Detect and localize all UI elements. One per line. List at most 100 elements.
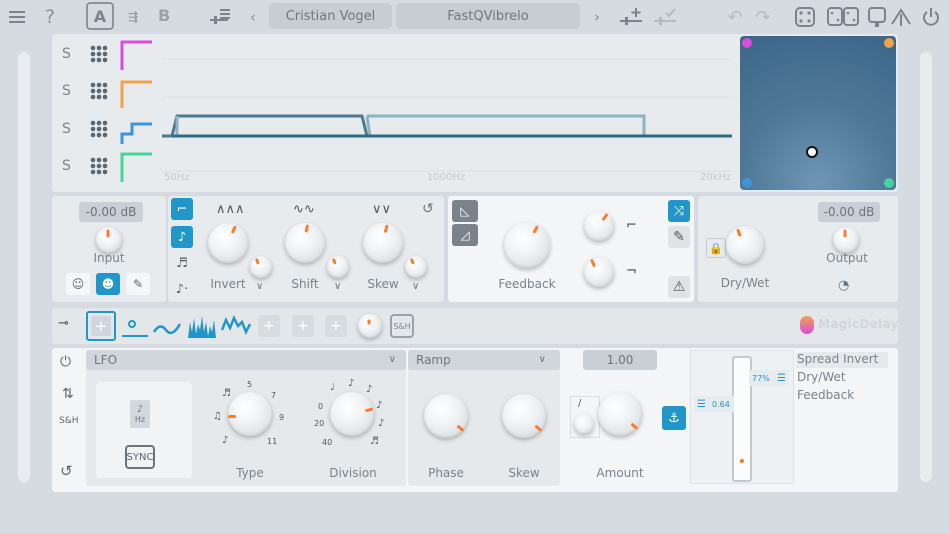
lfo-source-dropdown[interactable]: LFO ∨ (86, 350, 406, 370)
amount-mini-knob[interactable] (574, 414, 594, 434)
add-source-button-active[interactable]: + (86, 311, 116, 341)
mod-source-noise-icon[interactable] (186, 312, 218, 340)
invert-mod-knob[interactable] (250, 256, 272, 278)
macro-icon[interactable] (888, 4, 914, 30)
band-solo-button-4[interactable]: S (62, 158, 71, 174)
invert-knob[interactable] (208, 223, 248, 263)
lfo-updown-icon[interactable]: ⇅ (62, 386, 74, 402)
lfo-skew-knob[interactable] (502, 394, 546, 438)
note-dotted-button[interactable]: ♪· (171, 278, 193, 300)
lfo-shape-value: Ramp (416, 353, 451, 367)
lock-icon[interactable]: 🔒 (706, 238, 726, 258)
copy-a-to-b-icon[interactable]: ⇶ (120, 4, 146, 30)
filter-high-knob[interactable] (584, 211, 614, 241)
xy-pad[interactable] (740, 36, 896, 190)
slider-tag-b-value: 0.64 (712, 399, 730, 409)
output-knob[interactable] (833, 227, 859, 253)
meter-icon[interactable]: ◔ (838, 278, 849, 293)
mode-mask-icon-3[interactable]: ✎ (126, 273, 150, 295)
phase-knob[interactable] (424, 394, 468, 438)
band-solo-button-1[interactable]: S (62, 46, 71, 62)
target-item-drywet[interactable]: Dry/Wet (797, 370, 846, 384)
lfo-sh-label[interactable]: S&H (59, 416, 79, 426)
skew-knob[interactable] (363, 223, 403, 263)
shape-step-button[interactable]: ⌐ (171, 198, 193, 220)
preset-name-button[interactable]: FastQVibrelo (396, 3, 580, 29)
route-icon[interactable]: ⊸ (58, 316, 69, 331)
amount-knob[interactable] (598, 392, 642, 436)
xy-cursor[interactable] (806, 146, 818, 158)
invert-chevron-icon[interactable]: ∨ (256, 281, 263, 292)
add-source-button-4[interactable]: + (325, 315, 347, 337)
mod-source-random-icon[interactable] (220, 312, 252, 340)
add-source-button-2[interactable]: + (258, 315, 280, 337)
amount-value[interactable]: 1.00 (583, 350, 657, 370)
anchor-button[interactable]: ⚓ (662, 406, 686, 430)
preset-author-button[interactable]: Cristian Vogel (269, 3, 392, 29)
slot-b-button[interactable]: B (158, 6, 170, 25)
shuffle-button[interactable]: ⤨ (668, 200, 690, 222)
next-preset-icon[interactable]: › (584, 4, 610, 30)
lfo-shape-dropdown[interactable]: Ramp ∨ (408, 350, 560, 370)
undo-icon[interactable]: ↶ (722, 4, 748, 30)
randomize-dice-icon[interactable] (792, 4, 818, 30)
slot-a-button[interactable]: A (86, 2, 114, 30)
band-solo-button-3[interactable]: S (62, 121, 71, 137)
output-gain-value[interactable]: -0.00 dB (818, 202, 880, 222)
hz-button[interactable]: ♪ Hz (130, 400, 150, 428)
redo-icon[interactable]: ↷ (750, 4, 776, 30)
input-gain-value[interactable]: -0.00 dB (79, 202, 143, 222)
dice-tools-icon[interactable] (864, 4, 890, 30)
sync-button[interactable]: SYNC (125, 445, 155, 469)
band-grid-icon-2[interactable] (90, 82, 108, 100)
help-icon[interactable]: ? (37, 4, 63, 30)
add-source-button-3[interactable]: + (292, 315, 314, 337)
filter-low-knob[interactable] (584, 257, 614, 287)
preset-list-icon[interactable] (206, 4, 232, 30)
filter-highcut-button[interactable]: ◺ (452, 200, 478, 222)
prev-preset-icon[interactable]: ‹ (240, 4, 266, 30)
amount-label: Amount (596, 466, 644, 480)
mod-source-wave-icon[interactable] (152, 314, 182, 340)
power-icon[interactable] (918, 4, 944, 30)
division-knob[interactable] (330, 392, 374, 436)
shift-knob[interactable] (285, 223, 325, 263)
band-grid-icon-1[interactable] (90, 45, 108, 63)
mod-source-lfo-icon[interactable] (120, 314, 150, 340)
drywet-knob[interactable] (726, 226, 764, 264)
note-triplet-button[interactable]: ♬ (171, 252, 193, 274)
note-single-button[interactable]: ♪ (171, 226, 193, 248)
reset-icon[interactable]: ↺ (422, 201, 434, 217)
xy-corner-dot-4 (884, 178, 894, 188)
warning-icon[interactable]: ⚠ (668, 276, 690, 298)
filter-lowcut-button[interactable]: ◿ (452, 224, 478, 246)
skew-mod-knob[interactable] (405, 256, 427, 278)
band-solo-button-2[interactable]: S (62, 83, 71, 99)
brush-icon[interactable]: ✎ (668, 226, 690, 248)
shift-chevron-icon[interactable]: ∨ (334, 281, 341, 292)
target-item-spread-invert[interactable]: Spread Invert (796, 352, 888, 368)
add-preset-icon[interactable] (618, 4, 644, 30)
menu-icon[interactable] (4, 4, 30, 30)
mod-depth-knob[interactable] (358, 314, 382, 338)
feedback-label: Feedback (498, 277, 556, 291)
input-knob[interactable] (96, 227, 122, 253)
band-grid-icon-4[interactable] (90, 157, 108, 175)
mode-mask-icon-1[interactable]: ☺ (66, 273, 90, 295)
randomize-all-dice-icon[interactable] (826, 4, 860, 30)
skew-chevron-icon[interactable]: ∨ (412, 281, 419, 292)
band-shape-icons[interactable] (118, 38, 158, 188)
division-scale-20: 20 (314, 419, 325, 428)
sample-hold-button[interactable]: S&H (390, 314, 414, 338)
feedback-knob[interactable] (504, 222, 550, 268)
shift-mod-knob[interactable] (327, 256, 349, 278)
band-grid-icon-3[interactable] (90, 120, 108, 138)
type-knob[interactable] (228, 392, 272, 436)
lfo-power-icon[interactable]: ⏻ (60, 354, 71, 370)
eq-graph[interactable] (162, 40, 732, 190)
mode-mask-icon-2[interactable]: ☻ (96, 273, 120, 295)
save-preset-icon[interactable] (652, 4, 678, 30)
target-item-feedback[interactable]: Feedback (797, 388, 854, 402)
mod-slider-thumb[interactable] (740, 459, 744, 463)
lfo-reset-icon[interactable]: ↺ (60, 462, 73, 480)
